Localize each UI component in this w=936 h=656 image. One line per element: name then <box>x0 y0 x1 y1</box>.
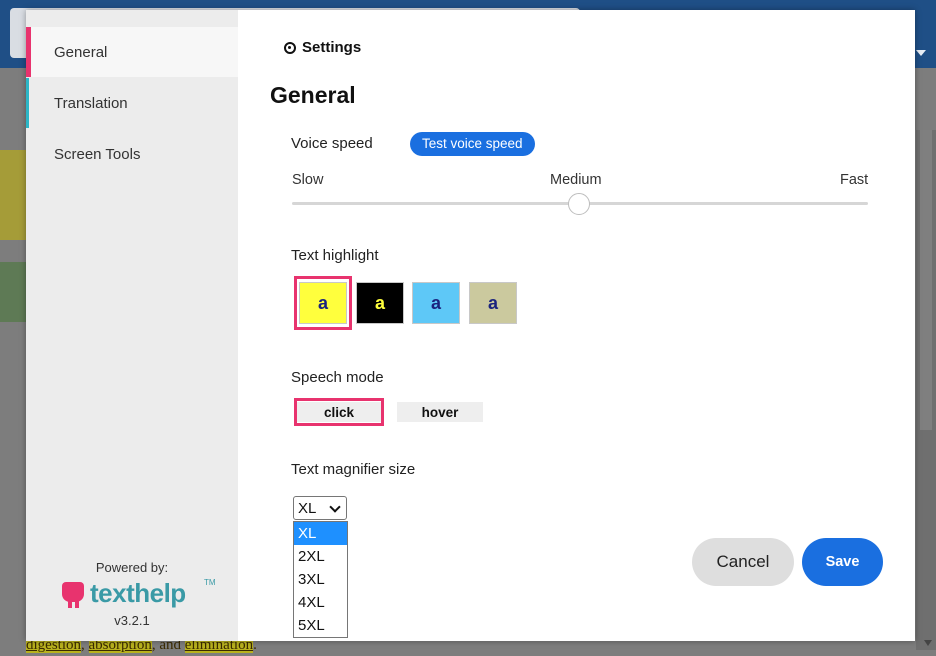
settings-header: Settings <box>284 39 361 56</box>
selected-mode-ring <box>294 398 384 426</box>
scroll-down-icon[interactable] <box>924 640 932 646</box>
select-value: XL <box>298 500 317 517</box>
settings-header-label: Settings <box>302 39 362 56</box>
text-magnifier-label: Text magnifier size <box>291 461 416 478</box>
dropdown-option-4xl[interactable]: 4XL <box>294 591 347 614</box>
sidebar-item-label: Screen Tools <box>54 146 141 163</box>
item-indicator <box>26 78 29 128</box>
version-label: v3.2.1 <box>114 613 150 628</box>
cancel-button[interactable]: Cancel <box>692 538 794 586</box>
magnifier-size-select[interactable]: XL <box>293 496 347 520</box>
background-chevron-icon <box>916 50 926 56</box>
speech-mode-label: Speech mode <box>291 369 384 386</box>
texthelp-bird-icon <box>62 582 84 608</box>
dropdown-option-3xl[interactable]: 3XL <box>294 568 347 591</box>
settings-sidebar: General Translation Screen Tools Powered… <box>26 10 238 641</box>
slider-label-medium: Medium <box>550 172 602 188</box>
background-highlight-block <box>0 262 26 322</box>
background-highlight-block <box>0 150 26 240</box>
highlight-swatch-khaki[interactable]: a <box>469 282 517 324</box>
texthelp-logo: texthelp TM <box>60 578 220 612</box>
sidebar-item-screen-tools[interactable]: Screen Tools <box>26 129 238 179</box>
highlight-swatch-blue[interactable]: a <box>412 282 460 324</box>
speech-mode-hover-button[interactable]: hover <box>397 402 483 422</box>
voice-speed-slider-handle[interactable] <box>568 193 590 215</box>
sidebar-item-translation[interactable]: Translation <box>26 78 238 128</box>
save-button[interactable]: Save <box>802 538 883 586</box>
dropdown-option-xl[interactable]: XL <box>294 522 347 545</box>
test-voice-speed-button[interactable]: Test voice speed <box>410 132 535 156</box>
dropdown-option-2xl[interactable]: 2XL <box>294 545 347 568</box>
voice-speed-label: Voice speed <box>291 135 373 152</box>
magnifier-size-dropdown: XL 2XL 3XL 4XL 5XL <box>293 521 348 638</box>
powered-by-label: Powered by: <box>95 560 169 575</box>
slider-label-slow: Slow <box>292 172 324 188</box>
sidebar-item-general[interactable]: General <box>26 27 238 77</box>
sidebar-item-label: General <box>54 44 108 61</box>
chevron-down-icon <box>329 501 341 513</box>
highlight-swatch-black[interactable]: a <box>356 282 404 324</box>
background-scrollbar[interactable] <box>916 130 936 650</box>
text-highlight-label: Text highlight <box>291 247 379 264</box>
sidebar-item-label: Translation <box>54 95 128 112</box>
logo-trademark: TM <box>204 578 216 587</box>
page-title: General <box>270 82 356 108</box>
highlight-swatch-yellow[interactable]: a <box>299 282 347 324</box>
active-indicator <box>26 27 31 77</box>
scrollbar-thumb[interactable] <box>920 130 932 430</box>
dropdown-option-5xl[interactable]: 5XL <box>294 614 347 637</box>
logo-text: texthelp <box>90 578 186 608</box>
gear-icon <box>284 41 296 54</box>
slider-label-fast: Fast <box>840 172 869 188</box>
settings-dialog: General Translation Screen Tools Powered… <box>26 10 915 641</box>
